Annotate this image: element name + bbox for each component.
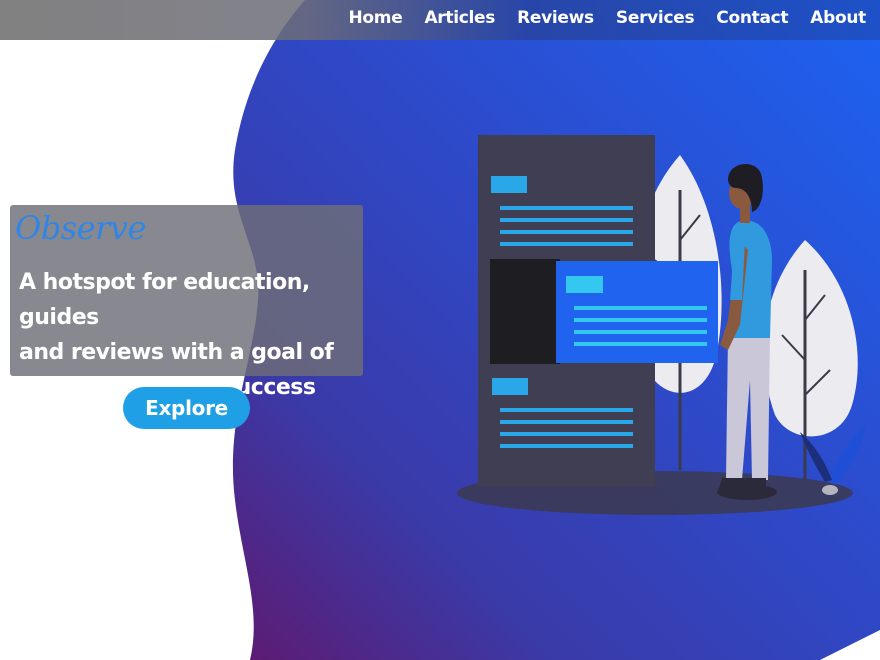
hero-tagline-line-2: and reviews with a goal of <box>19 340 334 365</box>
person-icon <box>717 163 777 500</box>
hero-tagline: A hotspot for education, guides and revi… <box>19 265 359 405</box>
nav-link-contact[interactable]: Contact <box>716 8 788 28</box>
hero-tagline-line-1: A hotspot for education, guides <box>19 270 310 330</box>
hero-card: Observe A hotspot for education, guides … <box>10 205 363 400</box>
nav-link-articles[interactable]: Articles <box>424 8 495 28</box>
person-with-document-illustration-icon <box>457 135 866 515</box>
top-navbar: Home Articles Reviews Services Contact A… <box>0 0 880 40</box>
nav-links: Home Articles Reviews Services Contact A… <box>348 0 866 36</box>
nav-link-services[interactable]: Services <box>616 8 695 28</box>
page: Home Articles Reviews Services Contact A… <box>0 0 880 660</box>
nav-link-home[interactable]: Home <box>348 8 402 28</box>
hero-brand: Observe <box>15 209 146 247</box>
nav-link-reviews[interactable]: Reviews <box>517 8 594 28</box>
nav-link-about[interactable]: About <box>810 8 866 28</box>
explore-button[interactable]: Explore <box>123 387 250 429</box>
